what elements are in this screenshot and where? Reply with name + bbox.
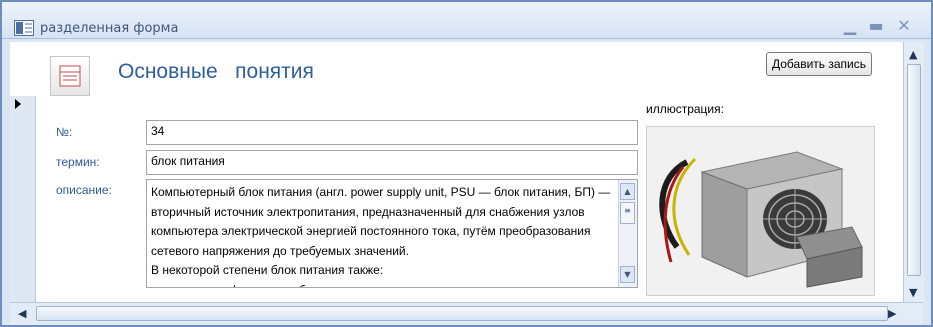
close-icon[interactable]: ✕ [892,16,916,36]
add-record-button[interactable]: Добавить запись [766,52,872,76]
number-field[interactable]: 34 [146,120,638,145]
minimize-icon[interactable]: ▁ [838,16,862,36]
power-supply-image [659,151,863,288]
form-horizontal-scrollbar[interactable]: ◀ ▶ [10,302,923,325]
scroll-down-icon[interactable]: ▼ [620,266,635,283]
window-title: разделенная форма [40,21,179,36]
form-icon [14,20,34,36]
description-scrollbar[interactable]: ▲ ≡ ▼ [618,180,637,287]
title-bar: разделенная форма ▁ ▬ ✕ [2,2,931,39]
form-window: разделенная форма ▁ ▬ ✕ Основные понятия… [0,0,933,327]
description-text: Компьютерный блок питания (англ. power s… [151,185,611,287]
scroll-right-icon[interactable]: ▶ [888,307,896,320]
scroll-up-icon[interactable]: ▲ [909,48,917,61]
illustration-picture [646,126,875,296]
description-field[interactable]: Компьютерный блок питания (англ. power s… [146,179,638,288]
horizontal-scroll-thumb[interactable] [36,306,888,321]
scroll-thumb[interactable]: ≡ [620,202,635,224]
number-label: №: [56,125,73,139]
scroll-up-icon[interactable]: ▲ [620,183,635,200]
scroll-left-icon[interactable]: ◀ [18,307,26,320]
record-selector[interactable] [10,96,36,302]
vertical-scroll-thumb[interactable] [907,64,921,276]
current-record-icon [15,99,21,109]
form-header-icon [50,56,90,96]
form-title: Основные понятия [118,60,314,83]
maximize-icon[interactable]: ▬ [864,16,888,36]
scroll-down-icon[interactable]: ▼ [909,286,917,299]
form-vertical-scrollbar[interactable]: ▲ ▼ [903,42,924,304]
term-label: термин: [56,155,100,169]
illustration-label: иллюстрация: [646,102,724,116]
description-label: описание: [56,183,112,197]
term-field[interactable]: блок питания [146,150,638,175]
